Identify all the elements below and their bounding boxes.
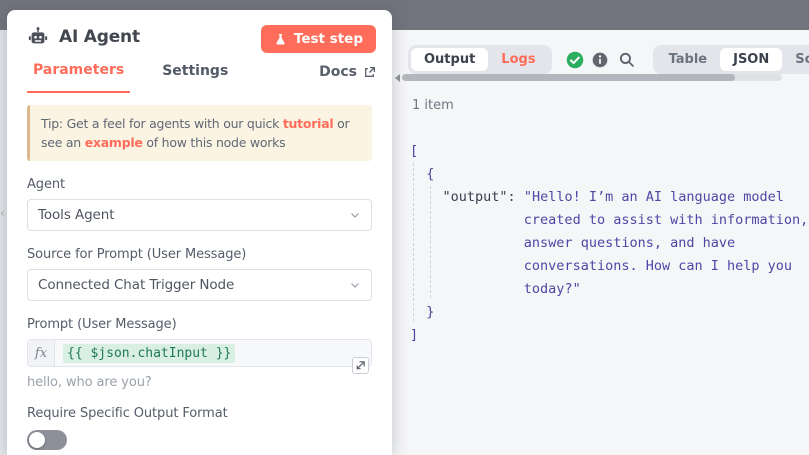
horizontal-scrollbar[interactable] <box>402 74 782 81</box>
expand-icon <box>355 360 366 371</box>
json-line: today?" <box>410 278 809 301</box>
input-panel-edge: ‹ <box>0 30 7 455</box>
agent-select-value: Tools Agent <box>38 207 114 223</box>
tab-settings[interactable]: Settings <box>156 63 234 92</box>
success-status-icon <box>566 51 584 69</box>
json-line: "output": "Hello! I’m an AI language mod… <box>410 186 809 209</box>
robot-icon <box>27 26 49 48</box>
agent-select[interactable]: Tools Agent <box>27 199 372 231</box>
node-tabs: Parameters Settings Docs <box>7 48 392 92</box>
fx-badge: fx <box>28 340 55 366</box>
tab-parameters[interactable]: Parameters <box>27 62 130 93</box>
output-format-field: Require Specific Output Format <box>27 406 372 450</box>
chevron-down-icon <box>349 279 361 291</box>
node-title: AI Agent <box>59 27 140 47</box>
json-line: ] <box>410 324 809 347</box>
search-icon[interactable] <box>618 51 635 68</box>
info-icon[interactable] <box>592 52 608 68</box>
tip-text: Tip: Get a feel for agents with our quic… <box>41 116 283 131</box>
prompt-source-select-value: Connected Chat Trigger Node <box>38 277 234 293</box>
output-controls: Output Logs Table JSON Schema <box>408 45 809 74</box>
json-line: } <box>410 301 809 324</box>
flask-icon <box>274 33 287 46</box>
tab-json[interactable]: JSON <box>720 48 782 71</box>
json-line: conversations. How can I help you <box>410 255 809 278</box>
expand-expression-button[interactable] <box>352 357 369 374</box>
node-settings-panel: AI Agent Test step Parameters Settings D… <box>7 10 392 455</box>
tab-table[interactable]: Table <box>656 48 721 71</box>
docs-link[interactable]: Docs <box>319 64 376 90</box>
prompt-source-field: Source for Prompt (User Message) Connect… <box>27 247 372 301</box>
json-line: { <box>410 163 809 186</box>
prompt-expression-input[interactable]: fx {{ $json.chatInput }} <box>27 339 372 367</box>
collapse-left-chevron-icon[interactable]: ‹ <box>0 206 5 220</box>
output-format-toggle[interactable] <box>27 430 67 450</box>
run-tab-group: Output Logs <box>408 45 552 74</box>
tip-callout: Tip: Get a feel for agents with our quic… <box>27 105 372 161</box>
prompt-source-label: Source for Prompt (User Message) <box>27 247 372 262</box>
agent-label: Agent <box>27 177 372 192</box>
tab-schema[interactable]: Schema <box>782 48 809 71</box>
prompt-source-select[interactable]: Connected Chat Trigger Node <box>27 269 372 301</box>
prompt-field: Prompt (User Message) fx {{ $json.chatIn… <box>27 317 372 390</box>
docs-label: Docs <box>319 64 357 80</box>
json-line: answer questions, and have <box>410 232 809 255</box>
prompt-label: Prompt (User Message) <box>27 317 372 332</box>
scroll-left-arrow-icon[interactable] <box>395 74 400 82</box>
toggle-knob <box>29 432 45 448</box>
prompt-expression-value: {{ $json.chatInput }} <box>63 344 235 363</box>
indent-guide <box>413 163 414 321</box>
tab-logs[interactable]: Logs <box>488 48 548 71</box>
test-step-label: Test step <box>294 31 363 47</box>
tip-text: of how this node works <box>143 135 286 150</box>
tab-output[interactable]: Output <box>411 48 488 71</box>
external-link-icon <box>363 66 376 79</box>
json-output-view: [ { "output": "Hello! I’m an AI language… <box>410 140 809 347</box>
tutorial-link[interactable]: tutorial <box>283 116 334 131</box>
example-link[interactable]: example <box>85 135 143 150</box>
view-tab-group: Table JSON Schema <box>653 45 809 74</box>
node-header: AI Agent Test step <box>7 10 392 48</box>
indent-guide <box>430 186 431 298</box>
json-line: created to assist with information, <box>410 209 809 232</box>
prompt-preview-text: hello, who are you? <box>27 375 372 390</box>
output-format-label: Require Specific Output Format <box>27 406 372 421</box>
scrollbar-handle[interactable] <box>402 74 735 81</box>
chevron-down-icon <box>349 209 361 221</box>
items-count: 1 item <box>412 98 454 113</box>
json-line: [ <box>410 140 809 163</box>
output-panel: Output Logs Table JSON Schema <box>392 30 809 455</box>
agent-field: Agent Tools Agent <box>27 177 372 231</box>
